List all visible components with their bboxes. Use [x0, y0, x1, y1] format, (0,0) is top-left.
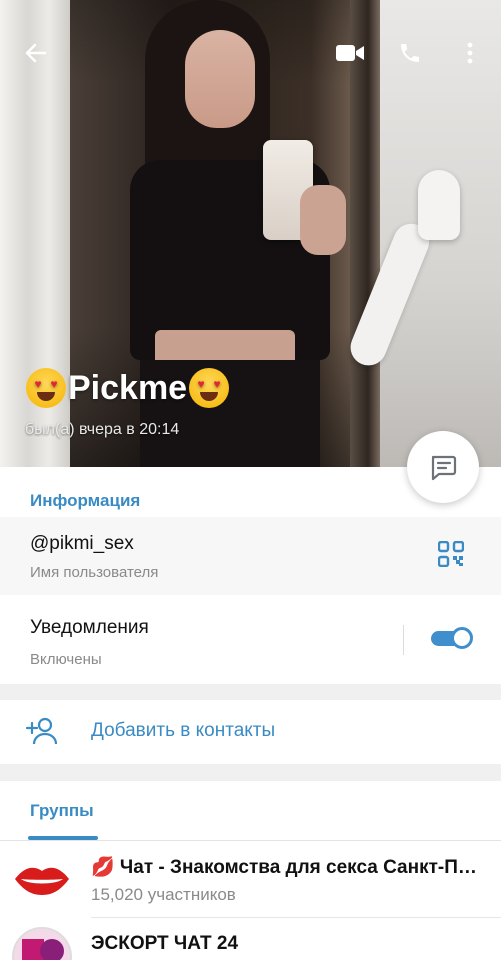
- group-name: 💋 Чат - Знакомства для секса Санкт-Петер…: [91, 857, 481, 878]
- profile-name: ♥ ♥ Pickme ♥ ♥: [24, 364, 231, 412]
- lips-avatar: [12, 849, 72, 909]
- groups-section: Группы 💋 Чат - Знакомства для секса Санк…: [0, 781, 501, 960]
- add-to-contacts-row[interactable]: Добавить в контакты: [0, 700, 501, 764]
- group-list-item[interactable]: ЭСКОРТ ЧАТ 24: [0, 919, 501, 960]
- info-section: Информация @pikmi_sex Имя пользователя У…: [0, 467, 501, 684]
- last-seen-status: был(а) вчера в 20:14: [25, 421, 180, 438]
- heart-eyes-emoji-icon: ♥ ♥: [26, 368, 66, 408]
- vertical-divider: [403, 625, 404, 655]
- tab-groups[interactable]: Группы: [30, 801, 94, 821]
- group-list-item[interactable]: 💋 Чат - Знакомства для секса Санкт-Петер…: [0, 841, 501, 919]
- hand: [300, 185, 346, 255]
- video-camera-icon: [336, 45, 364, 61]
- notifications-label: Уведомления: [30, 617, 149, 638]
- call-button[interactable]: [390, 36, 430, 70]
- list-separator: [91, 917, 501, 918]
- door-frame: [350, 0, 380, 467]
- video-call-button[interactable]: [330, 36, 370, 70]
- more-options-button[interactable]: [452, 36, 488, 70]
- info-section-title: Информация: [30, 491, 141, 510]
- username-value: @pikmi_sex: [30, 533, 134, 554]
- profile-name-text: Pickme: [68, 368, 188, 407]
- group-members: 15,020 участников: [91, 885, 236, 904]
- escort-chat-avatar: [12, 927, 72, 960]
- phone-icon: [401, 44, 419, 62]
- heart-eyes-emoji-icon: ♥ ♥: [189, 368, 230, 408]
- notifications-toggle[interactable]: [431, 627, 473, 649]
- add-contact-icon: [25, 716, 58, 746]
- notifications-status: Включены: [30, 651, 102, 668]
- arrow-left-icon: [25, 43, 47, 63]
- group-name: ЭСКОРТ ЧАТ 24: [91, 933, 239, 954]
- qr-code-button[interactable]: [437, 540, 472, 575]
- qr-code-icon: [437, 540, 465, 568]
- more-vertical-icon: [467, 42, 473, 64]
- username-label: Имя пользователя: [30, 564, 159, 581]
- notifications-row[interactable]: Уведомления Включены: [0, 597, 501, 683]
- message-icon: [431, 455, 457, 481]
- add-to-contacts-label: Добавить в контакты: [91, 720, 276, 741]
- send-message-button[interactable]: [407, 431, 479, 503]
- window-handle: [418, 170, 460, 240]
- back-button[interactable]: [16, 36, 56, 70]
- username-row[interactable]: @pikmi_sex Имя пользователя: [0, 517, 501, 595]
